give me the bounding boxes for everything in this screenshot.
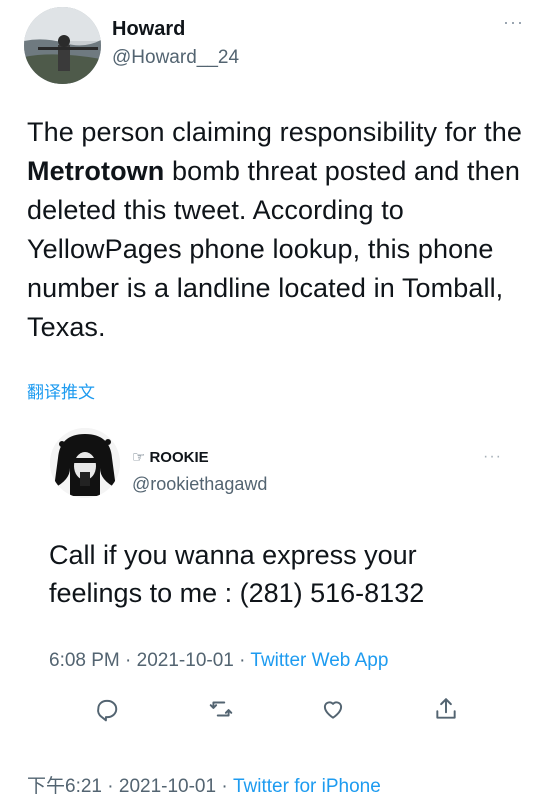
quoted-meta-sep: ·: [233, 650, 251, 671]
tweet-text: The person claiming responsibility for t…: [27, 113, 527, 347]
quoted-tweet[interactable]: ☞ ROOKIE @rookiethagawd ··· Call if you w…: [30, 411, 526, 752]
quoted-tweet-text: Call if you wanna express your feelings …: [49, 540, 425, 608]
author-name[interactable]: Howard: [112, 18, 185, 41]
pointing-hand-icon: ☞: [132, 449, 146, 466]
reply-icon[interactable]: [89, 691, 125, 727]
tweet-meta: 下午6:21 · 2021-10-01 · Twitter for iPhone: [27, 771, 381, 798]
translate-tweet-link[interactable]: 翻译推文: [27, 378, 95, 403]
tweet-meta-sep: ·: [216, 776, 233, 797]
like-icon[interactable]: [315, 691, 351, 727]
quoted-source-link[interactable]: Twitter Web App: [250, 650, 388, 671]
tweet-source-link[interactable]: Twitter for iPhone: [233, 776, 381, 797]
quoted-name-label: ROOKIE: [149, 449, 209, 466]
quoted-more-options-icon[interactable]: ···: [483, 448, 502, 466]
tweet-text-part1: The person claiming responsibility for t…: [27, 117, 522, 147]
quoted-name[interactable]: ☞ ROOKIE: [132, 448, 209, 466]
quoted-date[interactable]: 2021-10-01: [137, 650, 234, 671]
quoted-tweet-meta: 6:08 PM · 2021-10-01 · Twitter Web App: [49, 650, 388, 672]
quoted-handle[interactable]: @rookiethagawd: [132, 474, 267, 495]
quoted-action-bar: [30, 691, 526, 727]
quoted-time[interactable]: 6:08 PM: [49, 650, 120, 671]
quoted-meta-sep: ·: [119, 650, 137, 671]
tweet-text-bold: Metrotown: [27, 156, 165, 186]
retweet-icon[interactable]: [203, 691, 239, 727]
more-options-icon[interactable]: ···: [503, 12, 524, 33]
tweet-time[interactable]: 下午6:21: [27, 776, 102, 797]
tweet-date[interactable]: 2021-10-01: [119, 776, 216, 797]
quoted-avatar[interactable]: [50, 428, 120, 498]
author-avatar[interactable]: [24, 7, 101, 84]
author-handle[interactable]: @Howard__24: [112, 47, 239, 69]
share-icon[interactable]: [428, 691, 464, 727]
tweet-meta-sep: ·: [101, 776, 119, 797]
